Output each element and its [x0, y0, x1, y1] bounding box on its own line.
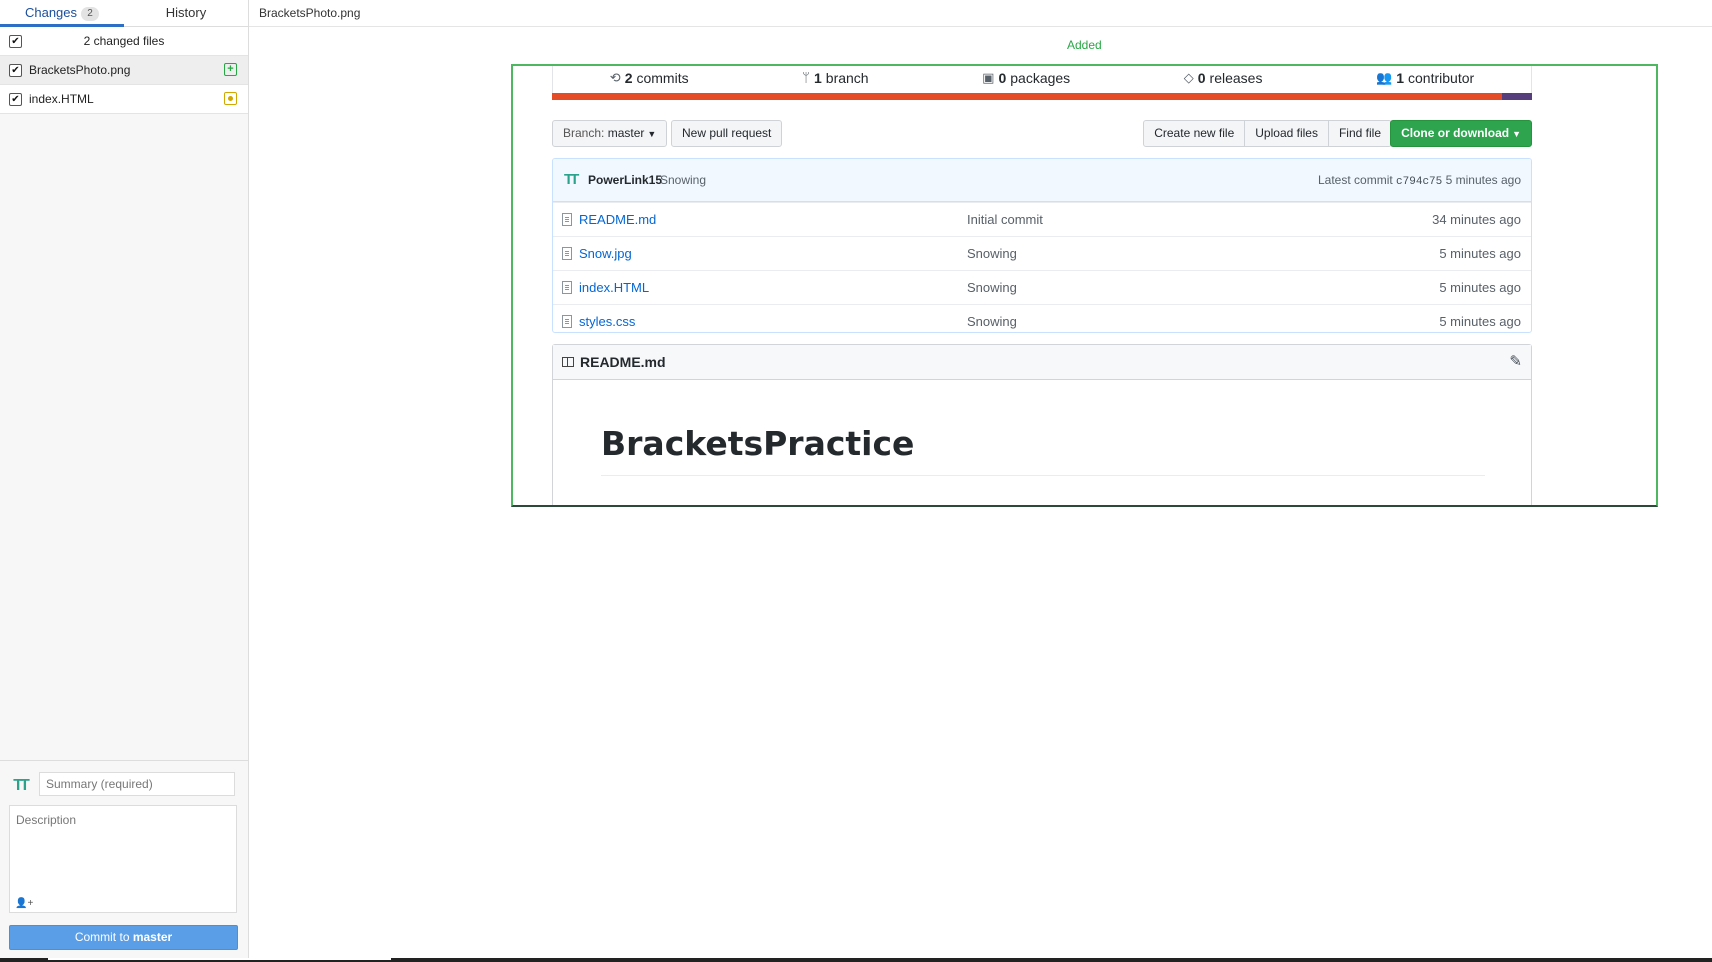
tab-changes[interactable]: Changes 2 — [0, 0, 124, 27]
history-icon: ⟲ — [609, 69, 621, 85]
branch-icon: ᛘ — [802, 70, 810, 85]
file-icon — [562, 247, 572, 260]
commit-summary-input[interactable] — [39, 772, 235, 796]
package-icon: ▣ — [982, 69, 995, 85]
tab-history[interactable]: History — [124, 0, 248, 26]
repo-file-message: Snowing — [967, 314, 1017, 329]
repo-file-age: 34 minutes ago — [1432, 212, 1521, 227]
changed-files-count: 2 changed files — [83, 34, 165, 48]
tab-history-label: History — [165, 5, 207, 20]
upload-files-button: Upload files — [1244, 120, 1329, 147]
image-diff-preview: ⟲ 2 commits ᛘ 1 branch ▣ 0 packages ◇ 0 releases… — [511, 64, 1658, 507]
repo-file-message: Snowing — [967, 246, 1017, 261]
book-icon — [562, 357, 574, 367]
file-list-row: Snow.jpg Snowing 5 minutes ago — [553, 236, 1531, 270]
repo-file-name: README.md — [579, 212, 657, 227]
diff-status-label: Added — [1067, 38, 1102, 52]
add-coauthor-icon[interactable]: 👤+ — [15, 898, 33, 909]
repo-stats-bar: ⟲ 2 commits ᛘ 1 branch ▣ 0 packages ◇ 0 releases… — [552, 66, 1532, 96]
caret-down-icon: ▼ — [647, 129, 657, 139]
sidebar-tabs: Changes 2 History — [0, 0, 248, 27]
file-list-row: styles.css Snowing 5 minutes ago — [553, 304, 1531, 332]
file-checkbox[interactable]: ✔ — [9, 64, 22, 77]
commit-button[interactable]: Commit to master — [9, 925, 238, 950]
commit-branch-name: master — [132, 930, 173, 944]
file-list-row: index.HTML Snowing 5 minutes ago — [553, 270, 1531, 304]
branch-select-button: Branch: master ▼ — [552, 120, 668, 147]
changed-file-item[interactable]: ✔ index.HTML — [0, 85, 248, 114]
releases-stat: ◇ 0 releases — [1183, 69, 1263, 86]
window-bottom-edge — [0, 958, 1712, 962]
create-new-file-button: Create new file — [1143, 120, 1246, 147]
file-list-row: README.md Initial commit 34 minutes ago — [553, 202, 1531, 236]
packages-stat: ▣ 0 packages — [982, 69, 1071, 86]
commits-stat: ⟲ 2 commits — [609, 69, 689, 86]
commit-author: PowerLink15 — [588, 173, 663, 187]
readme-heading: BracketsPractice — [601, 423, 1485, 476]
caret-down-icon: ▼ — [1512, 129, 1521, 139]
repo-file-message: Snowing — [967, 280, 1017, 295]
new-pull-request-button: New pull request — [671, 120, 783, 147]
file-icon — [562, 213, 572, 226]
readme-header: README.md ✎ — [553, 345, 1531, 380]
file-actions-group: Create new file Upload files Find file — [1143, 120, 1392, 147]
contributors-stat: 👥 1 contributor — [1376, 69, 1475, 86]
clone-download-button: Clone or download ▼ — [1390, 120, 1532, 147]
added-status-icon: + — [224, 63, 237, 76]
changed-file-name: BracketsPhoto.png — [29, 63, 131, 77]
repo-file-age: 5 minutes ago — [1439, 314, 1521, 329]
changes-count-badge: 2 — [81, 7, 100, 21]
commit-sha: c794c75 — [1396, 176, 1443, 188]
changed-file-item[interactable]: ✔ BracketsPhoto.png + — [0, 56, 248, 85]
pencil-icon: ✎ — [1509, 353, 1522, 370]
repo-file-name: styles.css — [579, 314, 636, 329]
commit-message: Snowing — [660, 173, 707, 187]
file-checkbox[interactable]: ✔ — [9, 93, 22, 106]
commit-button-prefix: Commit to — [74, 930, 133, 944]
readme-panel: README.md ✎ BracketsPractice — [552, 344, 1532, 505]
repo-file-age: 5 minutes ago — [1439, 280, 1521, 295]
find-file-button: Find file — [1327, 120, 1392, 147]
repo-file-age: 5 minutes ago — [1439, 246, 1521, 261]
latest-commit-info: Latest commit c794c75 5 minutes ago — [1318, 173, 1521, 188]
github-repo-screenshot: ⟲ 2 commits ᛘ 1 branch ▣ 0 packages ◇ 0 releases… — [552, 66, 1532, 505]
tag-icon: ◇ — [1183, 69, 1194, 85]
changed-file-name: index.HTML — [29, 92, 94, 106]
file-icon — [562, 281, 572, 294]
branch-stat: ᛘ 1 branch — [802, 69, 869, 86]
repo-file-name: index.HTML — [579, 280, 650, 295]
changes-sidebar: Changes 2 History ✔ 2 changed files ✔ Bra… — [0, 0, 249, 959]
readme-title: README.md — [580, 354, 666, 370]
tab-changes-label: Changes — [24, 5, 78, 20]
repo-file-message: Initial commit — [967, 212, 1043, 227]
user-avatar: TT — [13, 777, 30, 794]
modified-status-icon — [224, 92, 237, 105]
repo-file-list: TT PowerLink15 Snowing Latest commit c79… — [552, 158, 1532, 333]
commit-panel: TT 👤+ Commit to master — [0, 760, 248, 959]
select-all-row[interactable]: ✔ 2 changed files — [0, 27, 248, 56]
latest-commit-bar: TT PowerLink15 Snowing Latest commit c79… — [553, 159, 1531, 202]
file-icon — [562, 315, 572, 328]
diff-file-title: BracketsPhoto.png — [249, 0, 1712, 27]
commit-description-input[interactable] — [9, 805, 237, 913]
language-bar-css — [1502, 93, 1532, 100]
repo-file-name: Snow.jpg — [579, 246, 632, 261]
people-icon: 👥 — [1376, 69, 1393, 85]
language-bar — [552, 93, 1532, 100]
author-avatar: TT — [564, 171, 579, 188]
